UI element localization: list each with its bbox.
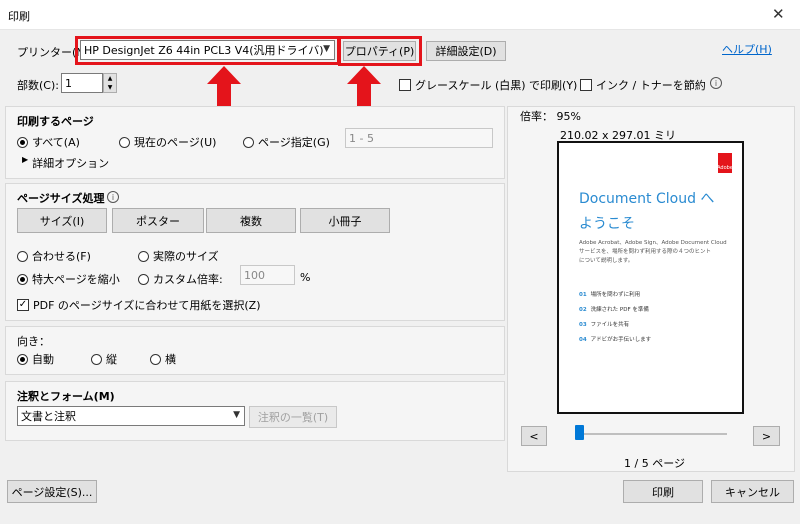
percent-label: % bbox=[300, 271, 311, 284]
print-button[interactable]: 印刷 bbox=[623, 480, 703, 503]
multiple-button[interactable]: 複数 bbox=[206, 208, 296, 233]
radio-all-label: すべて(A) bbox=[32, 136, 80, 149]
properties-highlight-box bbox=[338, 36, 422, 66]
radio-actual-size[interactable]: 実際のサイズ bbox=[138, 248, 219, 264]
next-page-button[interactable]: > bbox=[753, 426, 780, 446]
doc-title-line2: ようこそ bbox=[579, 216, 635, 232]
radio-all[interactable]: すべて(A) bbox=[17, 134, 80, 150]
stepper-down-icon[interactable]: ▼ bbox=[108, 84, 113, 91]
triangle-right-icon: ▶ bbox=[22, 155, 29, 164]
radio-current-label: 現在のページ(U) bbox=[134, 136, 217, 149]
copies-label: 部数(C): bbox=[17, 79, 59, 92]
summarize-comments-button[interactable]: 注釈の一覧(T) bbox=[249, 406, 337, 428]
page-range-input[interactable]: 1 - 5 bbox=[345, 128, 493, 148]
adobe-logo-icon: Adobe bbox=[717, 153, 733, 173]
doc-title-line1: Document Cloud へ bbox=[579, 191, 715, 207]
radio-portrait-label: 縦 bbox=[106, 353, 117, 366]
window-title: 印刷 bbox=[8, 10, 30, 23]
info-icon[interactable]: i bbox=[107, 191, 119, 203]
checkbox-box[interactable] bbox=[580, 79, 592, 91]
page-slider-track[interactable] bbox=[575, 433, 727, 435]
radio-custom-label: カスタム倍率: bbox=[153, 273, 223, 286]
doc-body-line1: Adobe Acrobat、Adobe Sign、Adobe Document … bbox=[579, 240, 727, 246]
info-icon[interactable]: i bbox=[710, 77, 722, 89]
choose-paper-label: PDF のページサイズに合わせて用紙を選択(Z) bbox=[33, 299, 261, 312]
page-slider-thumb[interactable] bbox=[575, 425, 584, 440]
doc-item: 04 アドビがお手伝いします bbox=[579, 337, 652, 343]
radio-custom-scale[interactable]: カスタム倍率: bbox=[138, 271, 223, 287]
advanced-button[interactable]: 詳細設定(D) bbox=[426, 41, 506, 61]
checkbox-box[interactable] bbox=[399, 79, 411, 91]
radio-dot[interactable] bbox=[17, 273, 28, 285]
radio-shrink-label: 特大ページを縮小 bbox=[32, 273, 120, 286]
radio-portrait[interactable]: 縦 bbox=[91, 351, 117, 367]
doc-item: 01 場所を問わずに利用 bbox=[579, 292, 641, 298]
radio-dot[interactable] bbox=[17, 353, 28, 365]
ink-save-label: インク / トナーを節約 bbox=[596, 79, 706, 92]
red-arrow-up-icon bbox=[207, 66, 241, 106]
radio-actual-label: 実際のサイズ bbox=[153, 250, 219, 263]
comments-select[interactable]: 文書と注釈 ▼ bbox=[17, 406, 245, 426]
size-button[interactable]: サイズ(I) bbox=[17, 208, 107, 233]
chevron-down-icon: ▼ bbox=[233, 410, 240, 420]
doc-body-line2: サービスを、場所を問わず利用する際の４つのヒント bbox=[579, 249, 712, 255]
pages-to-print-title: 印刷するページ bbox=[17, 115, 94, 128]
stepper-up-icon[interactable]: ▲ bbox=[108, 75, 113, 82]
radio-dot[interactable] bbox=[243, 136, 254, 148]
comments-select-value: 文書と注釈 bbox=[21, 410, 76, 423]
doc-body-line3: について説明します。 bbox=[579, 258, 634, 264]
orientation-title: 向き： bbox=[17, 335, 50, 348]
radio-dot[interactable] bbox=[150, 353, 161, 365]
printer-highlight-box bbox=[75, 36, 340, 65]
radio-shrink[interactable]: 特大ページを縮小 bbox=[17, 271, 120, 287]
copies-input[interactable]: 1 bbox=[61, 73, 103, 93]
preview-scale: 倍率： 95% bbox=[520, 110, 581, 123]
radio-dot[interactable] bbox=[138, 250, 149, 262]
prev-page-button[interactable]: < bbox=[521, 426, 547, 446]
booklet-button[interactable]: 小冊子 bbox=[300, 208, 390, 233]
cancel-button[interactable]: キャンセル bbox=[711, 480, 794, 503]
ink-save-checkbox[interactable]: インク / トナーを節約 bbox=[580, 77, 706, 93]
radio-dot[interactable] bbox=[91, 353, 102, 365]
more-options-label: 詳細オプション bbox=[32, 157, 110, 170]
grayscale-checkbox[interactable]: グレースケール (白黒) で印刷(Y) bbox=[399, 77, 577, 93]
radio-specify-label: ページ指定(G) bbox=[258, 136, 330, 149]
poster-button[interactable]: ポスター bbox=[112, 208, 204, 233]
more-options-toggle[interactable]: ▶ 詳細オプション bbox=[22, 155, 109, 171]
radio-dot[interactable] bbox=[17, 250, 28, 262]
orientation-panel bbox=[5, 326, 505, 375]
page-indicator: 1 / 5 ページ bbox=[624, 457, 685, 470]
radio-fit-label: 合わせる(F) bbox=[32, 250, 91, 263]
radio-specify[interactable]: ページ指定(G) bbox=[243, 134, 330, 150]
page-setup-button[interactable]: ページ設定(S)... bbox=[7, 480, 97, 503]
radio-auto-label: 自動 bbox=[32, 353, 54, 366]
doc-item: 03 ファイルを共有 bbox=[579, 322, 630, 328]
preview-page: Adobe Document Cloud へ ようこそ Adobe Acroba… bbox=[557, 141, 744, 414]
grayscale-label: グレースケール (白黒) で印刷(Y) bbox=[415, 79, 578, 92]
radio-auto[interactable]: 自動 bbox=[17, 351, 54, 367]
close-icon[interactable]: ✕ bbox=[772, 5, 785, 23]
radio-landscape[interactable]: 横 bbox=[150, 351, 176, 367]
comments-title: 注釈とフォーム(M) bbox=[17, 390, 115, 403]
page-sizing-title: ページサイズ処理 bbox=[17, 192, 105, 205]
choose-paper-checkbox[interactable]: ✓ PDF のページサイズに合わせて用紙を選択(Z) bbox=[17, 297, 261, 313]
radio-current[interactable]: 現在のページ(U) bbox=[119, 134, 216, 150]
radio-dot[interactable] bbox=[138, 273, 149, 285]
radio-fit[interactable]: 合わせる(F) bbox=[17, 248, 91, 264]
radio-landscape-label: 横 bbox=[165, 353, 176, 366]
radio-dot[interactable] bbox=[119, 136, 130, 148]
copies-stepper[interactable]: ▲ ▼ bbox=[103, 73, 117, 93]
red-arrow-up-icon bbox=[347, 66, 381, 106]
doc-item: 02 洗練された PDF を準備 bbox=[579, 307, 649, 313]
radio-dot[interactable] bbox=[17, 136, 28, 148]
checkbox-checked-icon[interactable]: ✓ bbox=[17, 299, 29, 311]
help-link[interactable]: ヘルプ(H) bbox=[722, 41, 772, 57]
custom-scale-input[interactable]: 100 bbox=[240, 265, 295, 285]
title-bar bbox=[0, 0, 800, 30]
